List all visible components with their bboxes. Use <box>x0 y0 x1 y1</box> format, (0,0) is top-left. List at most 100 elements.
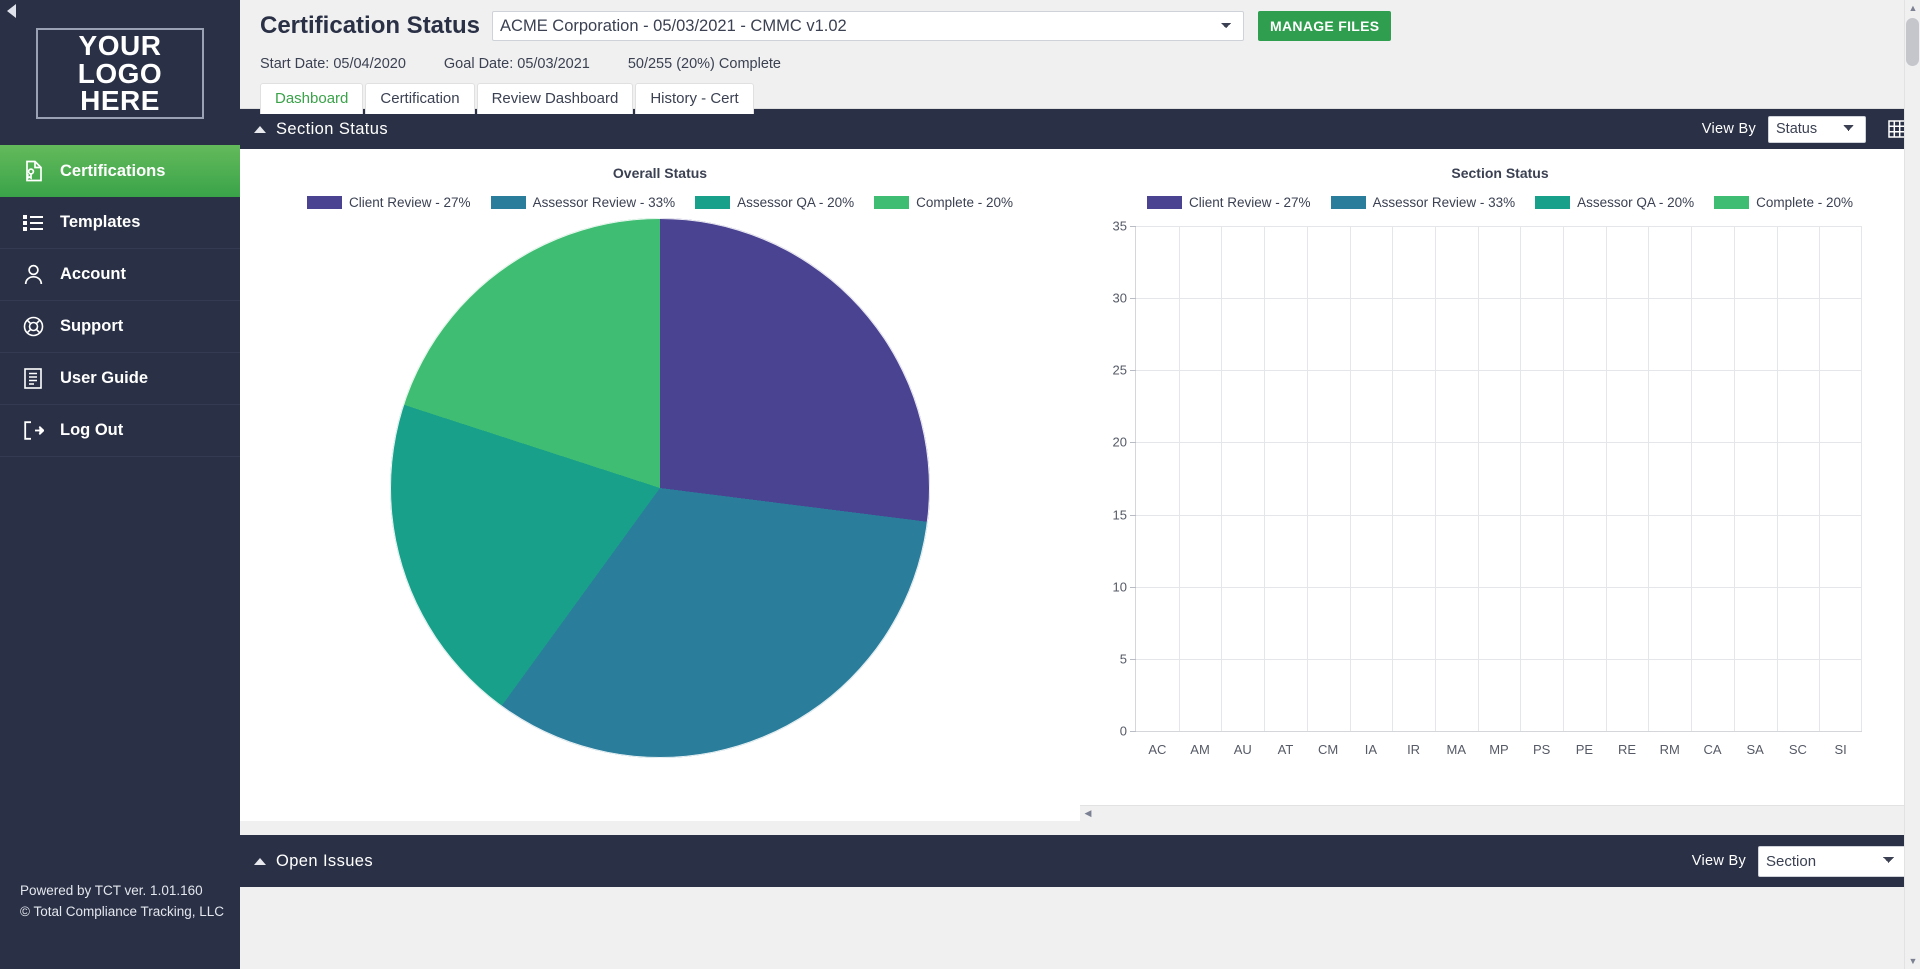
bar-slot[interactable]: CM <box>1306 226 1350 757</box>
bar-slot[interactable]: SI <box>1819 226 1862 757</box>
y-axis-tick-label: 0 <box>1119 723 1127 739</box>
bar-slot[interactable]: CA <box>1691 226 1734 757</box>
legend-label: Assessor QA - 20% <box>737 195 855 210</box>
gridline-vertical <box>1776 226 1778 731</box>
view-by-status-select[interactable]: Status <box>1768 115 1866 143</box>
section-status-controls: View By Status <box>1702 115 1906 143</box>
legend-swatch-assessor-qa <box>695 196 731 209</box>
y-axis-tick-label: 5 <box>1119 651 1127 667</box>
tab-review-dashboard[interactable]: Review Dashboard <box>476 83 634 114</box>
bar-slot[interactable]: SA <box>1733 226 1777 757</box>
x-axis-tick-label: SA <box>1746 742 1764 757</box>
sidebar-item-certifications[interactable]: Certifications <box>0 145 240 197</box>
tab-certification[interactable]: Certification <box>365 83 475 114</box>
sidebar-item-account[interactable]: Account <box>0 249 240 301</box>
scroll-left-arrow-icon[interactable]: ◀ <box>1080 806 1096 822</box>
sidebar-item-label: Account <box>60 265 126 283</box>
bar-chart-legend: Client Review - 27% Assessor Review - 33… <box>1080 195 1920 210</box>
sidebar-item-templates[interactable]: Templates <box>0 197 240 249</box>
y-axis-tick-label: 10 <box>1112 579 1127 595</box>
pie-chart-title: Overall Status <box>612 165 708 181</box>
bar-slot[interactable]: AC <box>1136 226 1179 757</box>
scroll-track[interactable] <box>1096 806 1904 822</box>
bar-slot[interactable]: AM <box>1178 226 1222 757</box>
x-axis-tick-label: AU <box>1233 742 1252 757</box>
legend-item: Complete - 20% <box>1714 195 1853 210</box>
y-axis-tick-label: 25 <box>1112 362 1127 378</box>
legend-swatch-assessor-review <box>490 196 526 209</box>
legend-swatch-client-review <box>307 196 343 209</box>
certification-select[interactable]: ACME Corporation - 05/03/2021 - CMMC v1.… <box>492 11 1245 41</box>
gridline-vertical <box>1648 226 1650 731</box>
caret-up-icon[interactable] <box>254 857 266 865</box>
goal-date-text: Goal Date: 05/03/2021 <box>443 56 590 72</box>
tab-dashboard[interactable]: Dashboard <box>260 83 364 114</box>
certificate-document-icon <box>18 160 48 182</box>
manage-files-button[interactable]: MANAGE FILES <box>1258 11 1392 41</box>
gridline-vertical <box>1733 226 1735 731</box>
sidebar-collapse-arrow-icon[interactable] <box>7 4 16 18</box>
y-axis-tick-mark <box>1130 731 1136 732</box>
legend-swatch-assessor-review <box>1330 196 1366 209</box>
gridline-vertical <box>1477 226 1479 731</box>
x-axis-tick-label: AC <box>1148 742 1167 757</box>
bar-slot[interactable]: RM <box>1648 226 1691 757</box>
copyright-text: © Total Compliance Tracking, LLC <box>20 904 225 920</box>
sidebar-item-support[interactable]: Support <box>0 301 240 353</box>
x-axis-tick-label: AT <box>1277 742 1294 757</box>
legend-swatch-complete <box>1714 196 1750 209</box>
legend-item: Complete - 20% <box>874 195 1013 210</box>
section-status-title: Section Status <box>276 119 388 138</box>
view-by-section-select[interactable]: Section <box>1758 845 1906 877</box>
x-axis-tick-label: MP <box>1489 742 1509 757</box>
legend-label: Client Review - 27% <box>1189 195 1311 210</box>
view-by-label: View By <box>1691 853 1746 869</box>
gridline-vertical <box>1861 226 1862 731</box>
book-icon <box>18 368 48 389</box>
section-status-panel-body: Overall Status Client Review - 27% Asses… <box>240 149 1920 821</box>
scroll-thumb[interactable] <box>1906 18 1919 66</box>
bar-slot[interactable]: PE <box>1563 226 1606 757</box>
bar-slot[interactable]: AU <box>1221 226 1264 757</box>
pie-chart-legend: Client Review - 27% Assessor Review - 33… <box>240 195 1080 210</box>
sidebar-item-label: Support <box>60 317 124 335</box>
legend-item: Client Review - 27% <box>1147 195 1311 210</box>
page-scrollbar[interactable]: ▲ ▼ <box>1904 0 1920 969</box>
pie-chart[interactable] <box>390 218 930 758</box>
sidebar: YOUR LOGO HERE Certifications Templates … <box>0 0 240 969</box>
y-axis-tick-label: 20 <box>1112 434 1127 450</box>
legend-label: Assessor QA - 20% <box>1577 195 1695 210</box>
y-axis-tick-label: 15 <box>1112 507 1127 523</box>
x-axis-tick-label: SC <box>1788 742 1807 757</box>
section-status-panel-header: Section Status View By Status <box>240 109 1920 149</box>
bar-slot[interactable]: AT <box>1264 226 1307 757</box>
tab-history-cert[interactable]: History - Cert <box>635 83 754 114</box>
topbar: Certification Status ACME Corporation - … <box>240 0 1920 72</box>
legend-item: Client Review - 27% <box>307 195 471 210</box>
legend-swatch-client-review <box>1147 196 1183 209</box>
sidebar-item-label: User Guide <box>60 369 149 387</box>
caret-up-icon[interactable] <box>254 125 266 133</box>
bar-slot[interactable]: PS <box>1520 226 1563 757</box>
bar-slot[interactable]: MP <box>1477 226 1521 757</box>
tabs-bar: Dashboard Certification Review Dashboard… <box>240 72 1920 114</box>
bar-slot[interactable]: IR <box>1392 226 1435 757</box>
open-issues-title: Open Issues <box>276 851 374 870</box>
tabs: Dashboard Certification Review Dashboard… <box>260 82 1920 114</box>
x-axis-tick-label: IR <box>1407 742 1421 757</box>
bar-slot[interactable]: SC <box>1776 226 1820 757</box>
legend-item: Assessor QA - 20% <box>1535 195 1694 210</box>
scroll-down-arrow-icon[interactable]: ▼ <box>1905 953 1920 969</box>
pie-wrapper <box>240 218 1080 758</box>
sidebar-item-log-out[interactable]: Log Out <box>0 405 240 457</box>
scroll-up-arrow-icon[interactable]: ▲ <box>1905 0 1920 16</box>
bar-slot[interactable]: MA <box>1434 226 1478 757</box>
overall-status-chart: Overall Status Client Review - 27% Asses… <box>240 149 1080 821</box>
chart-horizontal-scrollbar[interactable]: ◀ ▶ <box>1080 805 1920 821</box>
start-date-text: Start Date: 05/04/2020 <box>260 56 406 72</box>
bar-slot[interactable]: RE <box>1605 226 1649 757</box>
bar-slot[interactable]: IA <box>1349 226 1393 757</box>
legend-label: Assessor Review - 33% <box>532 195 676 210</box>
sidebar-item-user-guide[interactable]: User Guide <box>0 353 240 405</box>
user-icon <box>18 264 48 285</box>
